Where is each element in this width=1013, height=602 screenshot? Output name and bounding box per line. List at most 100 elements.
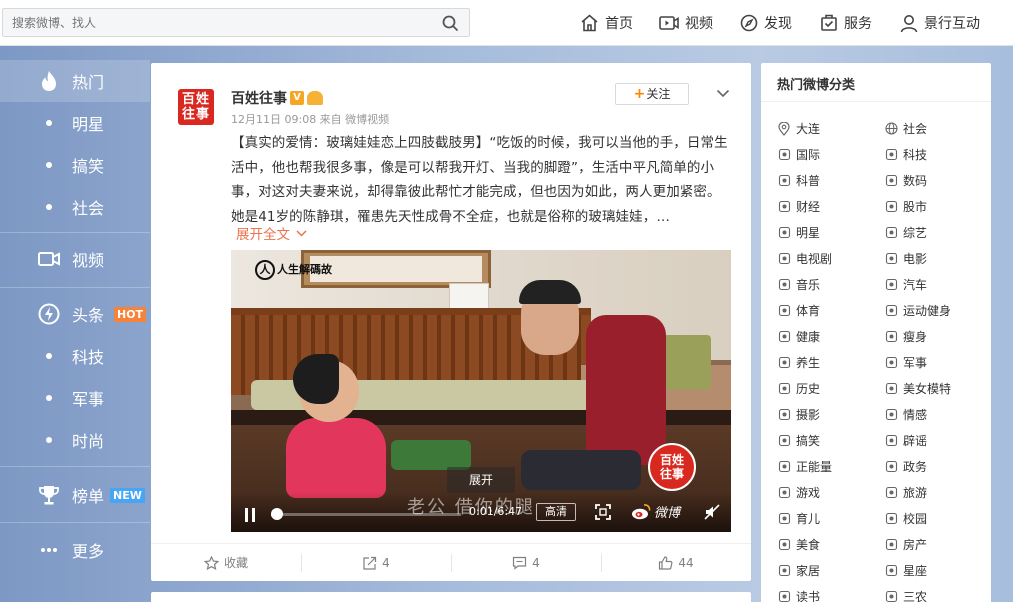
health-icon	[777, 330, 791, 344]
category-item[interactable]: 军事	[884, 354, 927, 371]
category-item[interactable]: 明星	[777, 224, 820, 241]
category-label: 育儿	[796, 512, 821, 526]
science-icon	[777, 174, 791, 188]
category-item[interactable]: 科技	[884, 146, 927, 163]
category-item[interactable]: 校园	[884, 510, 927, 527]
category-item[interactable]: 运动健身	[884, 302, 951, 319]
category-item[interactable]: 辟谣	[884, 432, 927, 449]
video-progress-handle[interactable]	[270, 508, 283, 520]
hot-categories-panel: 热门微博分类 大连 国际 科普 财经 明星 电视剧 音乐 体育 健康 养生 历史 摄影 搞笑 正能量 游戏育…	[761, 63, 991, 602]
nav-item-ranking[interactable]: 榜单 NEW	[0, 474, 150, 516]
category-item[interactable]: 电视剧	[777, 250, 832, 267]
category-item[interactable]: 美食	[777, 536, 820, 553]
category-item[interactable]: 综艺	[884, 224, 927, 241]
verified-icon: V	[290, 91, 304, 105]
food-icon	[777, 538, 791, 552]
fullscreen-icon[interactable]	[595, 504, 611, 524]
chevron-down-icon[interactable]	[716, 83, 730, 102]
topnav-user[interactable]: 景行互动	[900, 13, 980, 33]
topnav-service[interactable]: 服务	[820, 13, 872, 33]
car-icon	[884, 278, 898, 292]
action-divider	[601, 554, 602, 572]
sun-icon	[777, 460, 791, 474]
nav-item-more[interactable]: 更多	[0, 529, 150, 571]
category-item[interactable]: 育儿	[777, 510, 820, 527]
category-item[interactable]: 健康	[777, 328, 820, 345]
mute-icon[interactable]	[704, 504, 720, 524]
category-item[interactable]: 正能量	[777, 458, 832, 475]
nav-item-headline[interactable]: 头条 HOT	[0, 293, 150, 335]
category-label: 瘦身	[903, 330, 928, 344]
repost-button[interactable]: 4	[301, 544, 451, 581]
fitness-icon	[884, 304, 898, 318]
weibo-logo: 微博	[631, 502, 680, 521]
video-progress-bar[interactable]	[271, 513, 461, 516]
category-item[interactable]: 历史	[777, 380, 820, 397]
category-item[interactable]: 瘦身	[884, 328, 927, 345]
nav-item-fashion[interactable]: 时尚	[0, 419, 150, 461]
video-channel-logo: 人人生解碼故	[255, 260, 332, 280]
category-item[interactable]: 音乐	[777, 276, 820, 293]
category-item[interactable]: 读书	[777, 588, 820, 602]
category-label: 股市	[903, 200, 928, 214]
category-item[interactable]: 星座	[884, 562, 927, 579]
category-item[interactable]: 财经	[777, 198, 820, 215]
new-badge: NEW	[110, 487, 145, 503]
video-quality-button[interactable]: 高清	[536, 503, 576, 521]
nav-item-society[interactable]: 社会	[0, 186, 150, 228]
like-button[interactable]: 44	[601, 544, 751, 581]
follow-button[interactable]: +关注	[615, 83, 689, 105]
category-item[interactable]: 股市	[884, 198, 927, 215]
category-label: 财经	[796, 200, 821, 214]
expand-full-text-link[interactable]: 展开全文	[236, 223, 307, 243]
category-item[interactable]: 情感	[884, 406, 927, 423]
category-label: 三农	[903, 590, 928, 602]
comment-icon	[513, 556, 527, 570]
avatar[interactable]: 百姓 往事	[178, 89, 214, 125]
bullet-icon	[46, 204, 52, 210]
film-reel-icon	[777, 252, 791, 266]
category-item[interactable]: 科普	[777, 172, 820, 189]
nav-item-military[interactable]: 军事	[0, 377, 150, 419]
nav-item-funny[interactable]: 搞笑	[0, 144, 150, 186]
collect-button[interactable]: 收藏	[151, 544, 301, 581]
category-item[interactable]: 电影	[884, 250, 927, 267]
category-label: 明星	[796, 226, 821, 240]
category-item[interactable]: 国际	[777, 146, 820, 163]
category-item[interactable]: 养生	[777, 354, 820, 371]
search-icon[interactable]	[442, 15, 459, 36]
category-item[interactable]: 汽车	[884, 276, 927, 293]
category-label: 国际	[796, 148, 821, 162]
category-item[interactable]: 社会	[884, 120, 927, 137]
pause-icon[interactable]	[243, 507, 257, 527]
search-input[interactable]	[3, 9, 433, 36]
topnav-video[interactable]: 视频	[659, 13, 713, 33]
username[interactable]: 百姓往事	[231, 88, 287, 108]
category-item[interactable]: 美女模特	[884, 380, 951, 397]
comment-button[interactable]: 4	[451, 544, 601, 581]
video-icon	[659, 16, 679, 30]
video-expand-button[interactable]: 展开	[447, 467, 515, 493]
category-item[interactable]: 体育	[777, 302, 820, 319]
feed-card: 百姓 往事 百姓往事 V 12月11日 09:08 来自 微博视频 +关注 【真…	[151, 63, 751, 581]
nav-item-star[interactable]: 明星	[0, 102, 150, 144]
category-item[interactable]: 游戏	[777, 484, 820, 501]
category-item[interactable]: 房产	[884, 536, 927, 553]
nav-item-tech[interactable]: 科技	[0, 335, 150, 377]
video-player[interactable]: 人人生解碼故 百姓 往事 展开 老公 借你的腿 0:01/6:47 高清 微博	[231, 250, 731, 532]
category-item[interactable]: 旅游	[884, 484, 927, 501]
category-item[interactable]: 摄影	[777, 406, 820, 423]
category-item[interactable]: 搞笑	[777, 432, 820, 449]
category-item[interactable]: 政务	[884, 458, 927, 475]
nav-item-video[interactable]: 视频	[0, 238, 150, 280]
category-item[interactable]: 三农	[884, 588, 927, 602]
category-item[interactable]: 大连	[777, 120, 820, 137]
thumbs-up-icon	[659, 555, 673, 570]
topnav-discover[interactable]: 发现	[740, 13, 792, 33]
home-furniture-icon	[777, 564, 791, 578]
top-bar: 首页 视频 发现 服务 景行互动	[0, 0, 1013, 46]
topnav-home[interactable]: 首页	[580, 13, 633, 33]
category-item[interactable]: 家居	[777, 562, 820, 579]
category-item[interactable]: 数码	[884, 172, 927, 189]
nav-item-hot[interactable]: 热门	[0, 60, 150, 102]
